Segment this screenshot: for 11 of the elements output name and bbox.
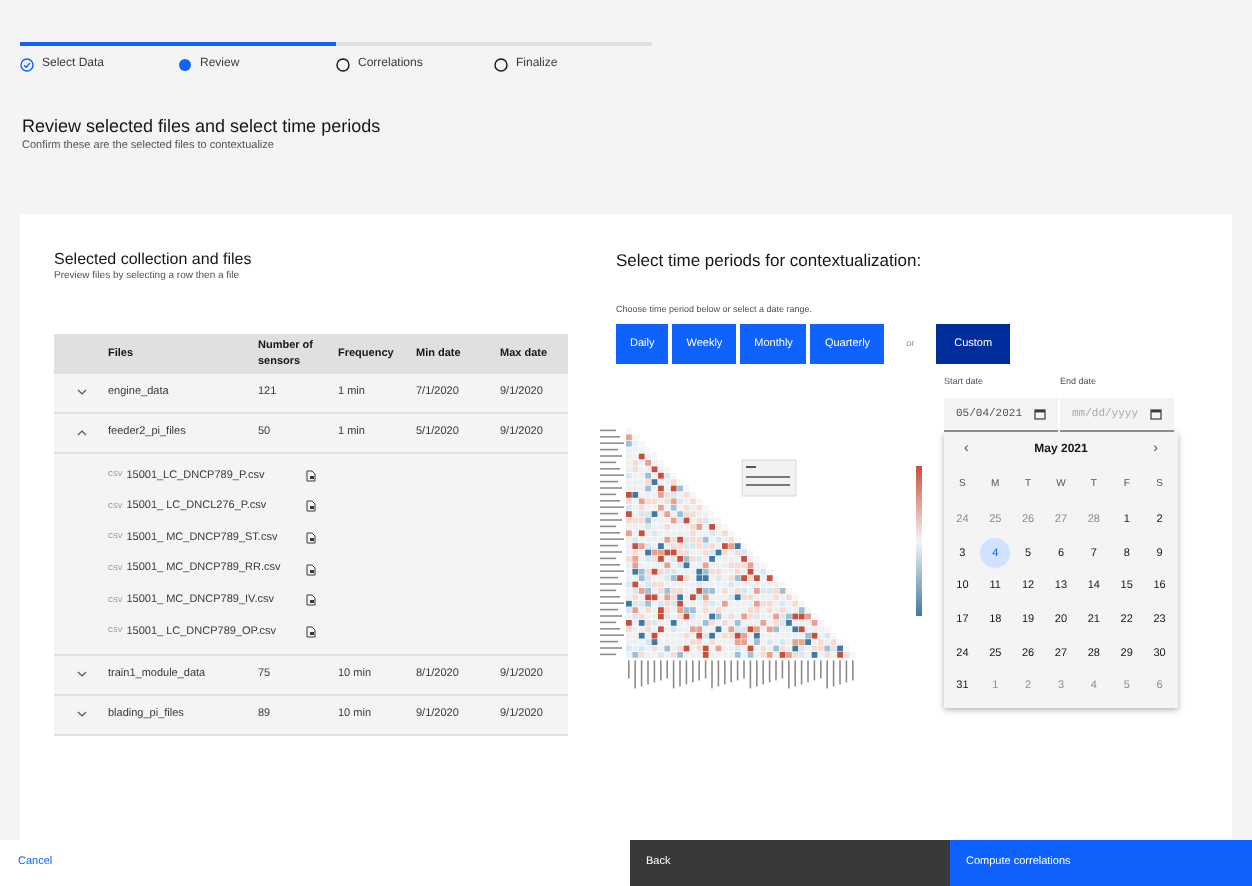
section-title: Select time periods for contextualization: bbox=[616, 248, 924, 275]
page-title: Review selected files and select time periods bbox=[22, 116, 383, 138]
section-title: Selected collection and files bbox=[54, 250, 254, 270]
document-icon bbox=[306, 625, 317, 638]
document-icon bbox=[306, 500, 317, 513]
document-icon bbox=[306, 594, 317, 607]
document-icon bbox=[306, 531, 317, 544]
document-icon bbox=[306, 563, 317, 576]
calendar-icon bbox=[1150, 407, 1162, 420]
calendar-icon bbox=[1034, 407, 1046, 420]
document-icon bbox=[306, 469, 317, 482]
